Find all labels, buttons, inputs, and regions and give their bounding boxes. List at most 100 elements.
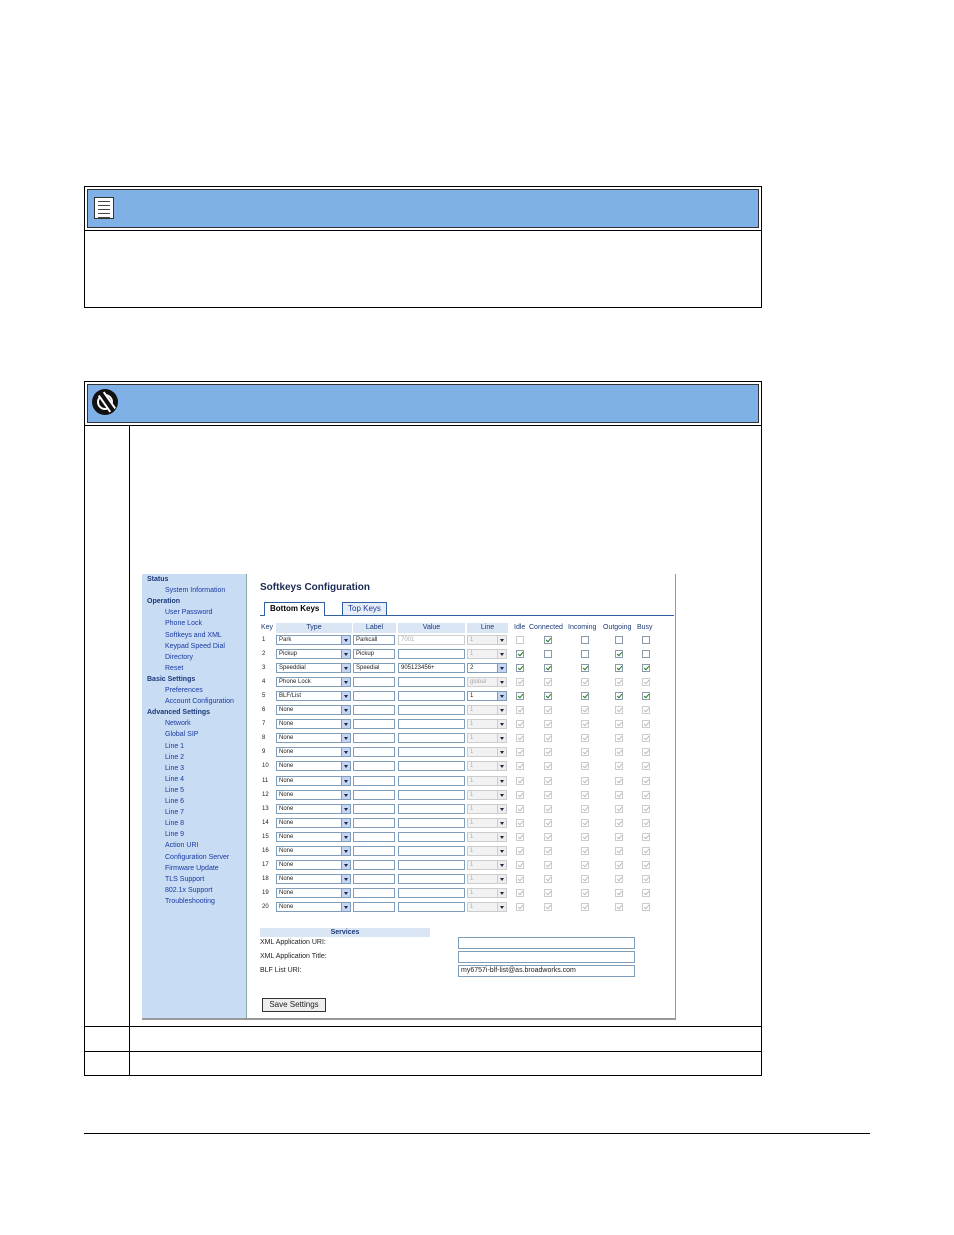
checkbox-busy[interactable] [642, 804, 650, 813]
softkey-value-input[interactable] [398, 845, 465, 856]
softkey-value-input[interactable]: 7001 [398, 635, 465, 645]
softkey-value-input[interactable] [398, 887, 465, 898]
checkbox-incoming[interactable] [581, 706, 589, 715]
softkey-value-input[interactable] [398, 677, 465, 688]
checkbox-incoming[interactable] [581, 734, 589, 743]
checkbox-busy[interactable] [642, 706, 650, 715]
softkey-label-input[interactable] [353, 845, 395, 856]
softkey-label-input[interactable] [353, 747, 395, 758]
softkey-value-input[interactable]: 905123456+ [398, 663, 465, 674]
softkey-type-select[interactable]: Park [276, 635, 351, 645]
softkey-label-input[interactable] [353, 859, 395, 870]
checkbox-busy[interactable] [642, 860, 650, 869]
softkey-line-select[interactable]: 1 [467, 775, 507, 786]
softkey-line-select[interactable]: 1 [467, 649, 507, 660]
checkbox-incoming[interactable] [581, 790, 589, 799]
softkey-type-select[interactable]: None [276, 901, 351, 912]
checkbox-busy[interactable] [642, 636, 650, 644]
softkey-line-select[interactable]: 1 [467, 831, 507, 842]
softkey-label-input[interactable]: Parkcall [353, 635, 395, 645]
checkbox-incoming[interactable] [581, 692, 589, 701]
checkbox-busy[interactable] [642, 846, 650, 855]
softkey-type-select[interactable]: Phone Lock [276, 677, 351, 688]
checkbox-incoming[interactable] [581, 860, 589, 869]
checkbox-outgoing[interactable] [615, 804, 623, 813]
checkbox-incoming[interactable] [581, 888, 589, 897]
checkbox-outgoing[interactable] [615, 664, 623, 673]
softkey-type-select[interactable]: Pickup [276, 649, 351, 660]
softkey-value-input[interactable] [398, 859, 465, 870]
checkbox-busy[interactable] [642, 790, 650, 799]
checkbox-idle[interactable] [516, 636, 524, 644]
softkey-value-input[interactable] [398, 817, 465, 828]
softkey-label-input[interactable] [353, 691, 395, 702]
checkbox-outgoing[interactable] [615, 720, 623, 729]
checkbox-idle[interactable] [516, 748, 524, 757]
softkey-line-select[interactable]: 1 [467, 635, 507, 645]
softkey-label-input[interactable] [353, 831, 395, 842]
softkey-label-input[interactable] [353, 817, 395, 828]
checkbox-busy[interactable] [642, 692, 650, 701]
softkey-type-select[interactable]: Speeddial [276, 663, 351, 674]
softkey-value-input[interactable] [398, 831, 465, 842]
checkbox-connected[interactable] [544, 902, 552, 911]
checkbox-idle[interactable] [516, 762, 524, 771]
softkey-label-input[interactable] [353, 719, 395, 730]
softkey-line-select[interactable]: 1 [467, 719, 507, 730]
checkbox-idle[interactable] [516, 776, 524, 785]
checkbox-idle[interactable] [516, 706, 524, 715]
blf-uri-input[interactable]: my6757i-blf-list@as.broadworks.com [458, 965, 635, 977]
checkbox-outgoing[interactable] [615, 692, 623, 701]
softkey-value-input[interactable] [398, 705, 465, 716]
softkey-line-select[interactable]: 1 [467, 817, 507, 828]
sidebar-link[interactable]: User Password [165, 609, 212, 616]
checkbox-outgoing[interactable] [615, 636, 623, 644]
checkbox-connected[interactable] [544, 888, 552, 897]
checkbox-outgoing[interactable] [615, 650, 623, 659]
checkbox-idle[interactable] [516, 902, 524, 911]
checkbox-idle[interactable] [516, 692, 524, 701]
checkbox-busy[interactable] [642, 776, 650, 785]
checkbox-idle[interactable] [516, 678, 524, 687]
checkbox-connected[interactable] [544, 790, 552, 799]
checkbox-outgoing[interactable] [615, 776, 623, 785]
softkey-line-select[interactable]: 1 [467, 887, 507, 898]
softkey-value-input[interactable] [398, 691, 465, 702]
softkey-value-input[interactable] [398, 873, 465, 884]
sidebar-link[interactable]: System Information [165, 587, 225, 594]
softkey-value-input[interactable] [398, 761, 465, 772]
tab-top-keys[interactable]: Top Keys [342, 602, 387, 615]
softkey-line-select[interactable]: 2 [467, 663, 507, 674]
checkbox-outgoing[interactable] [615, 846, 623, 855]
checkbox-idle[interactable] [516, 860, 524, 869]
softkey-label-input[interactable] [353, 761, 395, 772]
checkbox-incoming[interactable] [581, 664, 589, 673]
checkbox-incoming[interactable] [581, 678, 589, 687]
xml-uri-input[interactable] [458, 937, 635, 949]
checkbox-connected[interactable] [544, 692, 552, 701]
checkbox-busy[interactable] [642, 748, 650, 757]
softkey-value-input[interactable] [398, 649, 465, 660]
xml-title-input[interactable] [458, 951, 635, 963]
checkbox-outgoing[interactable] [615, 818, 623, 827]
checkbox-idle[interactable] [516, 818, 524, 827]
checkbox-busy[interactable] [642, 678, 650, 687]
softkey-line-select[interactable]: 1 [467, 761, 507, 772]
checkbox-busy[interactable] [642, 874, 650, 883]
checkbox-outgoing[interactable] [615, 832, 623, 841]
checkbox-incoming[interactable] [581, 804, 589, 813]
softkey-value-input[interactable] [398, 803, 465, 814]
softkey-line-select[interactable]: 1 [467, 873, 507, 884]
softkey-line-select[interactable]: global [467, 677, 507, 688]
softkey-value-input[interactable] [398, 775, 465, 786]
checkbox-outgoing[interactable] [615, 762, 623, 771]
softkey-type-select[interactable]: None [276, 705, 351, 716]
softkey-label-input[interactable]: Speedial [353, 663, 395, 674]
checkbox-outgoing[interactable] [615, 902, 623, 911]
checkbox-incoming[interactable] [581, 874, 589, 883]
checkbox-idle[interactable] [516, 664, 524, 673]
softkey-type-select[interactable]: None [276, 831, 351, 842]
softkey-label-input[interactable] [353, 803, 395, 814]
checkbox-incoming[interactable] [581, 832, 589, 841]
checkbox-connected[interactable] [544, 650, 552, 659]
